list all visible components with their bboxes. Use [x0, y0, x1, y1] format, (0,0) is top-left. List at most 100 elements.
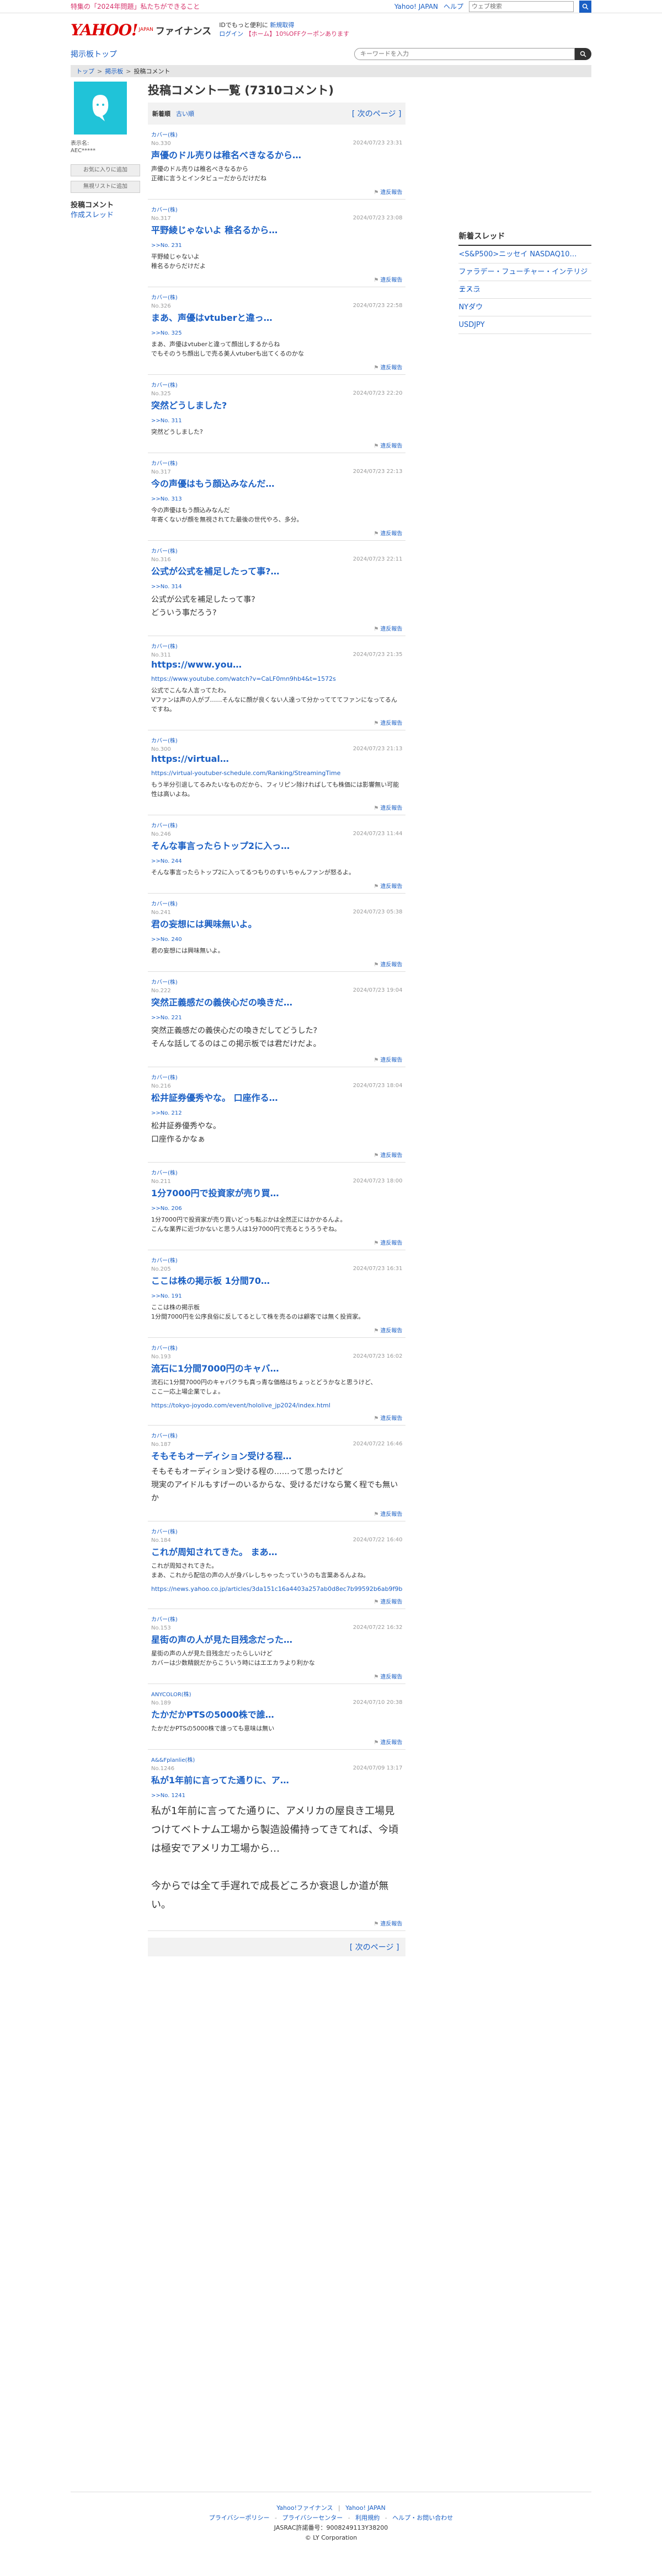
footer-privacy-center[interactable]: プライバシーセンター: [282, 2514, 343, 2521]
breadcrumb-top[interactable]: トップ: [76, 67, 94, 76]
post-company-link[interactable]: カバー(株): [151, 205, 402, 213]
report-button[interactable]: ⚑ 違反報告: [151, 1919, 402, 1927]
post-company-link[interactable]: カバー(株): [151, 1615, 402, 1623]
report-button[interactable]: ⚑ 違反報告: [151, 187, 402, 196]
post-title-link[interactable]: https://virtual…: [151, 754, 402, 764]
finance-title[interactable]: ファイナンス: [156, 23, 211, 37]
yahoo-japan-link[interactable]: Yahoo! JAPAN: [394, 3, 438, 10]
web-search-input[interactable]: [469, 1, 574, 12]
promo-link[interactable]: 特集の「2024年問題」私たちができること: [71, 2, 200, 11]
report-button[interactable]: ⚑ 違反報告: [151, 1672, 402, 1680]
keyword-input[interactable]: [354, 48, 575, 60]
thread-link[interactable]: <S&P500>ニッセイ NASDAQ10…: [458, 246, 591, 263]
post-title-link[interactable]: これが周知されてきた。 まあ…: [151, 1545, 402, 1558]
post-title-link[interactable]: 私が1年前に言ってた通りに、ア…: [151, 1773, 402, 1786]
footer-yahoo-link[interactable]: Yahoo! JAPAN: [345, 2504, 386, 2512]
post-title-link[interactable]: 1分7000円で投資家が売り買…: [151, 1186, 402, 1199]
post-company-link[interactable]: カバー(株): [151, 736, 402, 744]
thread-link[interactable]: ファラデー・フューチャー・インテリジェ・…: [458, 263, 591, 294]
post-title-link[interactable]: 平野綾じゃないよ 稚名るから…: [151, 223, 402, 236]
keyword-search-button[interactable]: [575, 48, 591, 60]
help-link[interactable]: ヘルプ: [444, 2, 463, 11]
report-button[interactable]: ⚑ 違反報告: [151, 363, 402, 371]
login-link[interactable]: ログイン: [219, 30, 243, 37]
post-reply-link[interactable]: >>No. 311: [151, 418, 402, 424]
breadcrumb-forum[interactable]: 掲示板: [105, 67, 123, 76]
post-company-link[interactable]: カバー(株): [151, 1073, 402, 1081]
report-button[interactable]: ⚑ 違反報告: [151, 960, 402, 968]
footer-privacy-policy[interactable]: プライバシーポリシー: [209, 2514, 270, 2521]
post-title-link[interactable]: たかだかPTSの5000株で誰…: [151, 1707, 402, 1720]
report-button[interactable]: ⚑ 違反報告: [151, 1738, 402, 1746]
thread-link[interactable]: USDJPY: [458, 316, 591, 334]
thread-link[interactable]: NYダウ: [458, 299, 591, 316]
post-company-link[interactable]: A&&Fplanlie(株): [151, 1755, 402, 1763]
post-company-link[interactable]: ANYCOLOR(株): [151, 1690, 402, 1698]
post-company-link[interactable]: カバー(株): [151, 293, 402, 301]
post-company-link[interactable]: カバー(株): [151, 642, 402, 650]
post-title-link[interactable]: そんな事言ったらトップ2に入っ…: [151, 838, 402, 852]
report-button[interactable]: ⚑ 違反報告: [151, 1238, 402, 1246]
menu-created-threads[interactable]: 作成スレッド: [71, 211, 114, 219]
post-title-link[interactable]: まあ、声優はvtuberと違っ…: [151, 310, 402, 324]
report-button[interactable]: ⚑ 違反報告: [151, 1597, 402, 1605]
post-title-link[interactable]: ここは株の掲示板 1分間70…: [151, 1273, 402, 1287]
yahoo-logo[interactable]: YAHOO!: [71, 21, 138, 39]
post-url-link[interactable]: https://virtual-youtuber-schedule.com/Ra…: [151, 770, 402, 777]
report-button[interactable]: ⚑ 違反報告: [151, 803, 402, 811]
forum-top-link[interactable]: 掲示板トップ: [71, 49, 117, 60]
post-title-link[interactable]: 今の声優はもう顔込みなんだ…: [151, 476, 402, 490]
post-reply-link[interactable]: >>No. 221: [151, 1015, 402, 1021]
post-title-link[interactable]: 流石に1分間7000円のキャバ…: [151, 1361, 402, 1374]
post-title-link[interactable]: 君の妄想には興味無いよ。: [151, 917, 402, 930]
report-button[interactable]: ⚑ 違反報告: [151, 1326, 402, 1334]
web-search-button[interactable]: [579, 0, 591, 13]
add-favorite-button[interactable]: お気に入りに追加: [71, 164, 140, 176]
post-title-link[interactable]: 公式が公式を補足したって事?…: [151, 564, 402, 577]
coupon-text[interactable]: 【ホーム】10%OFFクーポンあります: [245, 30, 349, 37]
report-button[interactable]: ⚑ 違反報告: [151, 1413, 402, 1422]
report-button[interactable]: ⚑ 違反報告: [151, 441, 402, 449]
report-button[interactable]: ⚑ 違反報告: [151, 718, 402, 727]
next-page-link-bottom[interactable]: [ 次のページ ]: [350, 1942, 399, 1953]
footer-finance-link[interactable]: Yahoo!ファイナンス: [276, 2504, 333, 2512]
report-button[interactable]: ⚑ 違反報告: [151, 1055, 402, 1063]
post-company-link[interactable]: カバー(株): [151, 1343, 402, 1352]
post-company-link[interactable]: カバー(株): [151, 1256, 402, 1264]
footer-help[interactable]: ヘルプ・お問い合わせ: [392, 2514, 453, 2521]
post-reply-link[interactable]: >>No. 240: [151, 937, 402, 943]
post-title-link[interactable]: そもそもオーディション受ける程…: [151, 1449, 402, 1462]
post-company-link[interactable]: カバー(株): [151, 1431, 402, 1439]
report-button[interactable]: ⚑ 違反報告: [151, 1150, 402, 1159]
register-link[interactable]: 新規取得: [270, 21, 294, 29]
post-reply-link[interactable]: >>No. 191: [151, 1293, 402, 1299]
post-company-link[interactable]: カバー(株): [151, 130, 402, 138]
report-button[interactable]: ⚑ 違反報告: [151, 881, 402, 890]
tab-oldest[interactable]: 古い順: [176, 109, 194, 118]
post-title-link[interactable]: 声優のドル売りは稚名べきなるから…: [151, 148, 402, 161]
post-reply-link[interactable]: >>No. 325: [151, 330, 402, 336]
post-reply-link[interactable]: >>No. 244: [151, 858, 402, 864]
post-title-link[interactable]: 松井証券優秀やな。 口座作る…: [151, 1090, 402, 1104]
post-company-link[interactable]: カバー(株): [151, 821, 402, 829]
post-company-link[interactable]: カバー(株): [151, 546, 402, 555]
footer-terms[interactable]: 利用規約: [355, 2514, 380, 2521]
post-title-link[interactable]: 突然どうしました?: [151, 398, 402, 411]
post-title-link[interactable]: 星街の声の人が見た目残念だった…: [151, 1632, 402, 1645]
post-url-link[interactable]: https://news.yahoo.co.jp/articles/3da151…: [151, 1585, 402, 1593]
post-reply-link[interactable]: >>No. 212: [151, 1110, 402, 1116]
post-company-link[interactable]: カバー(株): [151, 1168, 402, 1176]
post-company-link[interactable]: カバー(株): [151, 977, 402, 986]
report-button[interactable]: ⚑ 違反報告: [151, 529, 402, 537]
report-button[interactable]: ⚑ 違反報告: [151, 275, 402, 283]
thread-link[interactable]: テスラ: [458, 281, 591, 299]
post-title-link[interactable]: 突然正義感だの義侠心だの喚きだ…: [151, 995, 402, 1008]
next-page-link[interactable]: [ 次のページ ]: [352, 108, 402, 119]
post-reply-link[interactable]: >>No. 1241: [151, 1793, 402, 1799]
post-reply-link[interactable]: >>No. 231: [151, 243, 402, 249]
post-reply-link[interactable]: >>No. 314: [151, 584, 402, 590]
post-company-link[interactable]: カバー(株): [151, 380, 402, 389]
post-reply-link[interactable]: >>No. 206: [151, 1206, 402, 1212]
add-blocklist-button[interactable]: 無視リストに追加: [71, 181, 140, 193]
post-company-link[interactable]: カバー(株): [151, 459, 402, 467]
